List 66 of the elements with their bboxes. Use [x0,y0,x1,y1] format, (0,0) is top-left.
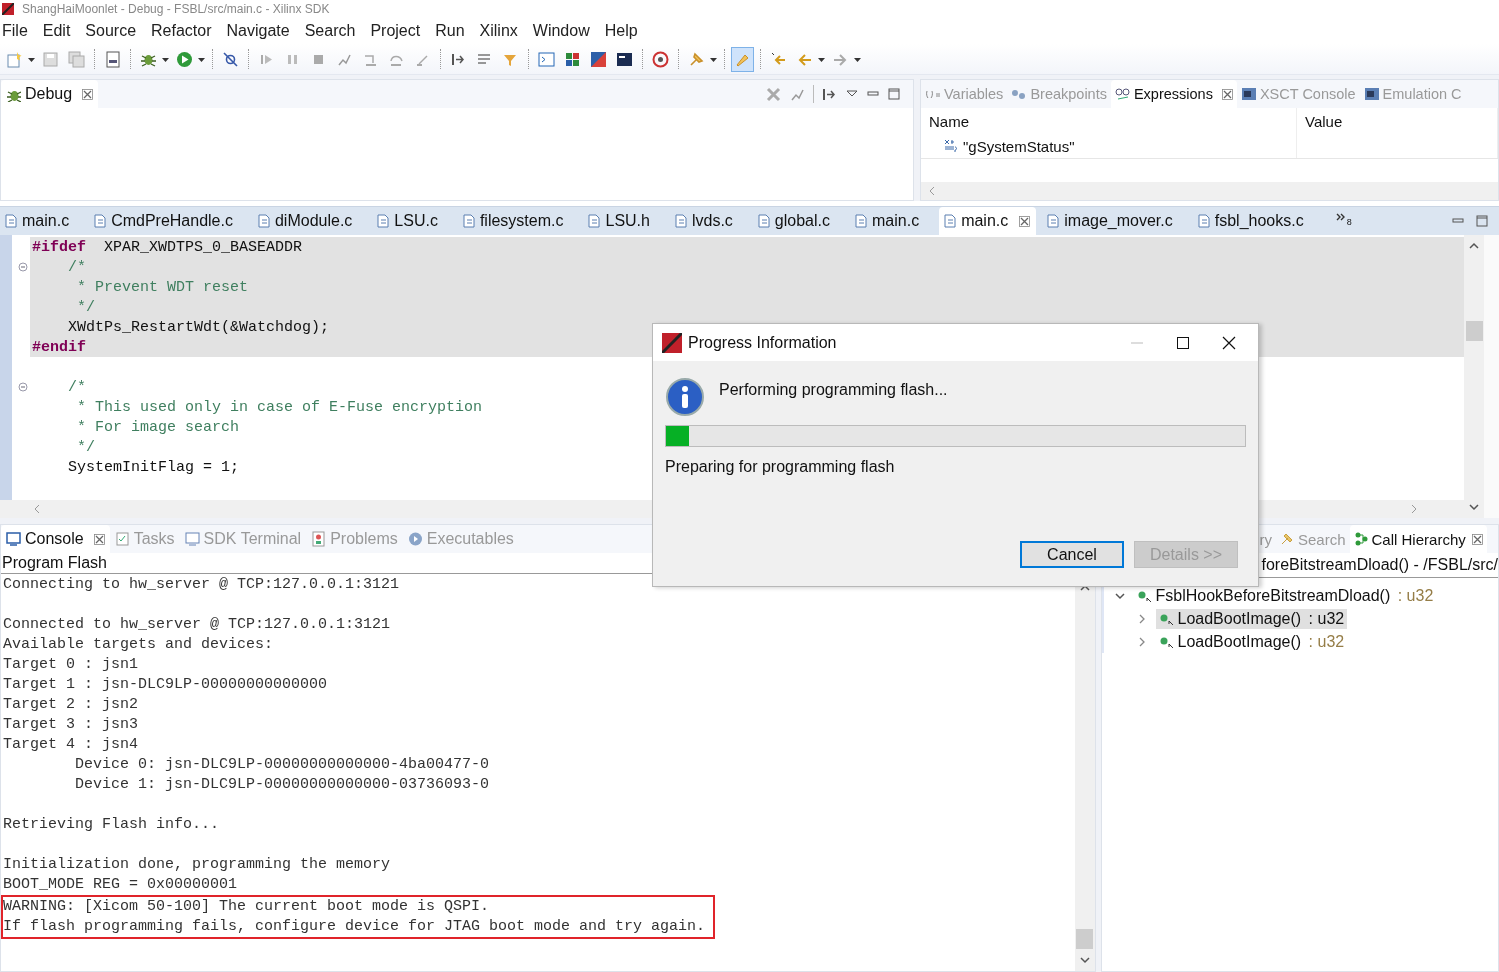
menu-item[interactable]: Window [532,22,598,40]
editor-tab[interactable]: LSU.c [372,207,458,235]
console-line: Connected to hw_server @ TCP:127.0.0.1:3121 [2,615,392,635]
column-header[interactable]: Value [1297,108,1498,134]
editor-tab[interactable]: fsbl_hooks.c [1192,207,1324,235]
menu-item[interactable]: Project [370,22,429,40]
editor-tab[interactable]: image_mover.c [1042,207,1193,235]
code-line: */ [76,298,95,316]
menu-item[interactable]: Source [85,22,145,40]
menu-item[interactable]: Run [435,22,473,40]
editor-tab[interactable]: CmdPreHandle.c [89,207,253,235]
tree-item[interactable]: LoadBootImage() : u32 [1155,608,1348,629]
menu-item[interactable]: File [2,22,36,40]
console-line: Target 4 : jsn4 [2,735,140,755]
console-line: WARNING: [Xicom 50-100] The current boot mode is QSPI. [3,897,491,917]
code-line: * For image search [76,418,240,436]
tree-item[interactable]: FsblHookBeforeBitstreamDload() : u32 [1133,585,1437,606]
editor-tab[interactable]: main.c [850,207,940,235]
editor-tab[interactable]: global.c [752,207,850,235]
console-line: Target 0 : jsn1 [2,655,140,675]
code-line: * This used only in case of E-Fuse encryption [76,398,483,416]
console-line: If flash programming fails, configure device for JTAG boot mode and try again. [3,917,707,937]
console-line: Device 0: jsn-DLC9LP-00000000000000-4ba00477-0 [74,755,491,775]
dialog-button[interactable]: Cancel [1020,541,1124,568]
code-line: * Prevent WDT reset [76,278,249,296]
console-line: Target 2 : jsn2 [2,695,140,715]
view-tab[interactable]: Call Hierarchy [1349,525,1487,553]
menu-item[interactable]: Search [304,22,364,40]
editor-tab[interactable]: LSU.h [583,207,670,235]
code-line: */ [76,438,95,456]
code-line: XWdtPs_RestartWdt(&Watchdog); [67,318,330,336]
console-line: Retrieving Flash info... [2,815,221,835]
code-line: #ifdef XPAR_XWDTPS_0_BASEADDR [32,238,303,256]
column-header[interactable]: Name [921,108,1297,134]
code-line: #endif [32,338,86,356]
editor-tab[interactable]: lvds.c [669,207,753,235]
view-tab[interactable]: Expressions [1110,80,1237,108]
tree-item[interactable]: LoadBootImage() : u32 [1155,631,1348,652]
console-line: BOOT_MODE REG = 0x00000001 [2,875,239,895]
code-line: /* [67,258,86,276]
hidden-tab-count: 8 [1346,217,1352,227]
console-line: Device 1: jsn-DLC9LP-00000000000000-03736093-0 [74,775,491,795]
window-title: ShangHaiMoonlet - Debug - FSBL/src/main.c - Xilinx SDK [22,2,330,16]
code-line: SystemInitFlag = 1; [67,458,240,476]
progress-status: Preparing for programming flash [665,458,896,476]
console-line: Available targets and devices: [2,635,275,655]
view-tab[interactable]: Debug [1,80,99,108]
menu-item[interactable]: Refactor [151,22,220,40]
console-line: Target 3 : jsn3 [2,715,140,735]
editor-tab[interactable]: main.c [0,207,90,235]
code-line: /* [67,378,86,396]
console-line: Initialization done, programming the memory [2,855,392,875]
dialog-title: Progress Information [688,333,838,352]
editor-tab[interactable]: filesystem.c [457,207,584,235]
more-tabs-button[interactable]: 8 [1323,207,1356,235]
view-tab[interactable]: Console [1,525,110,553]
menu-item[interactable]: Navigate [226,22,298,40]
editor-tab[interactable]: diModule.c [252,207,373,235]
menu-item[interactable]: Xilinx [479,22,526,40]
menu-item[interactable]: Edit [42,22,79,40]
expression-name: "gSystemStatus" [963,137,1075,155]
menu-item[interactable]: Help [604,22,646,40]
console-line: Target 1 : jsn-DLC9LP-00000000000000 [2,675,329,695]
console-line: Connecting to hw_server @ TCP:127.0.0.1:3121 [2,575,401,595]
editor-tab[interactable]: main.c [939,207,1037,235]
dialog-message: Performing programming flash... [719,380,948,399]
